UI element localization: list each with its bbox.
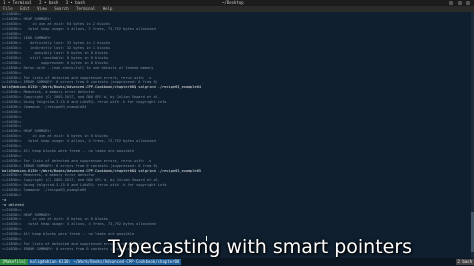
menu-view[interactable]: View <box>37 6 47 11</box>
minimize-icon[interactable] <box>449 1 454 5</box>
terminal-output[interactable]: ==24838== ==24838== HEAP SUMMARY: ==24838=… <box>0 12 474 258</box>
video-caption: Typecasting with smart pointers <box>108 236 413 258</box>
menu-file[interactable]: File <box>3 6 13 11</box>
text-cursor-icon <box>206 236 210 241</box>
menu-edit[interactable]: Edit <box>20 6 30 11</box>
tmux-status-bar: [Makefile] kali@debian-6130: ~/Work/Book… <box>0 258 474 266</box>
menu-help[interactable]: Help <box>103 6 113 11</box>
status-left: [Makefile] <box>0 259 29 265</box>
menu-search[interactable]: Search <box>54 6 68 11</box>
close-icon[interactable] <box>466 1 470 5</box>
menu-terminal[interactable]: Terminal <box>76 6 95 11</box>
maximize-icon[interactable] <box>457 1 462 5</box>
status-right: 2 bash <box>455 259 474 265</box>
status-session: kali@debian-6130: ~/Work/Books/Advanced-… <box>28 259 182 265</box>
